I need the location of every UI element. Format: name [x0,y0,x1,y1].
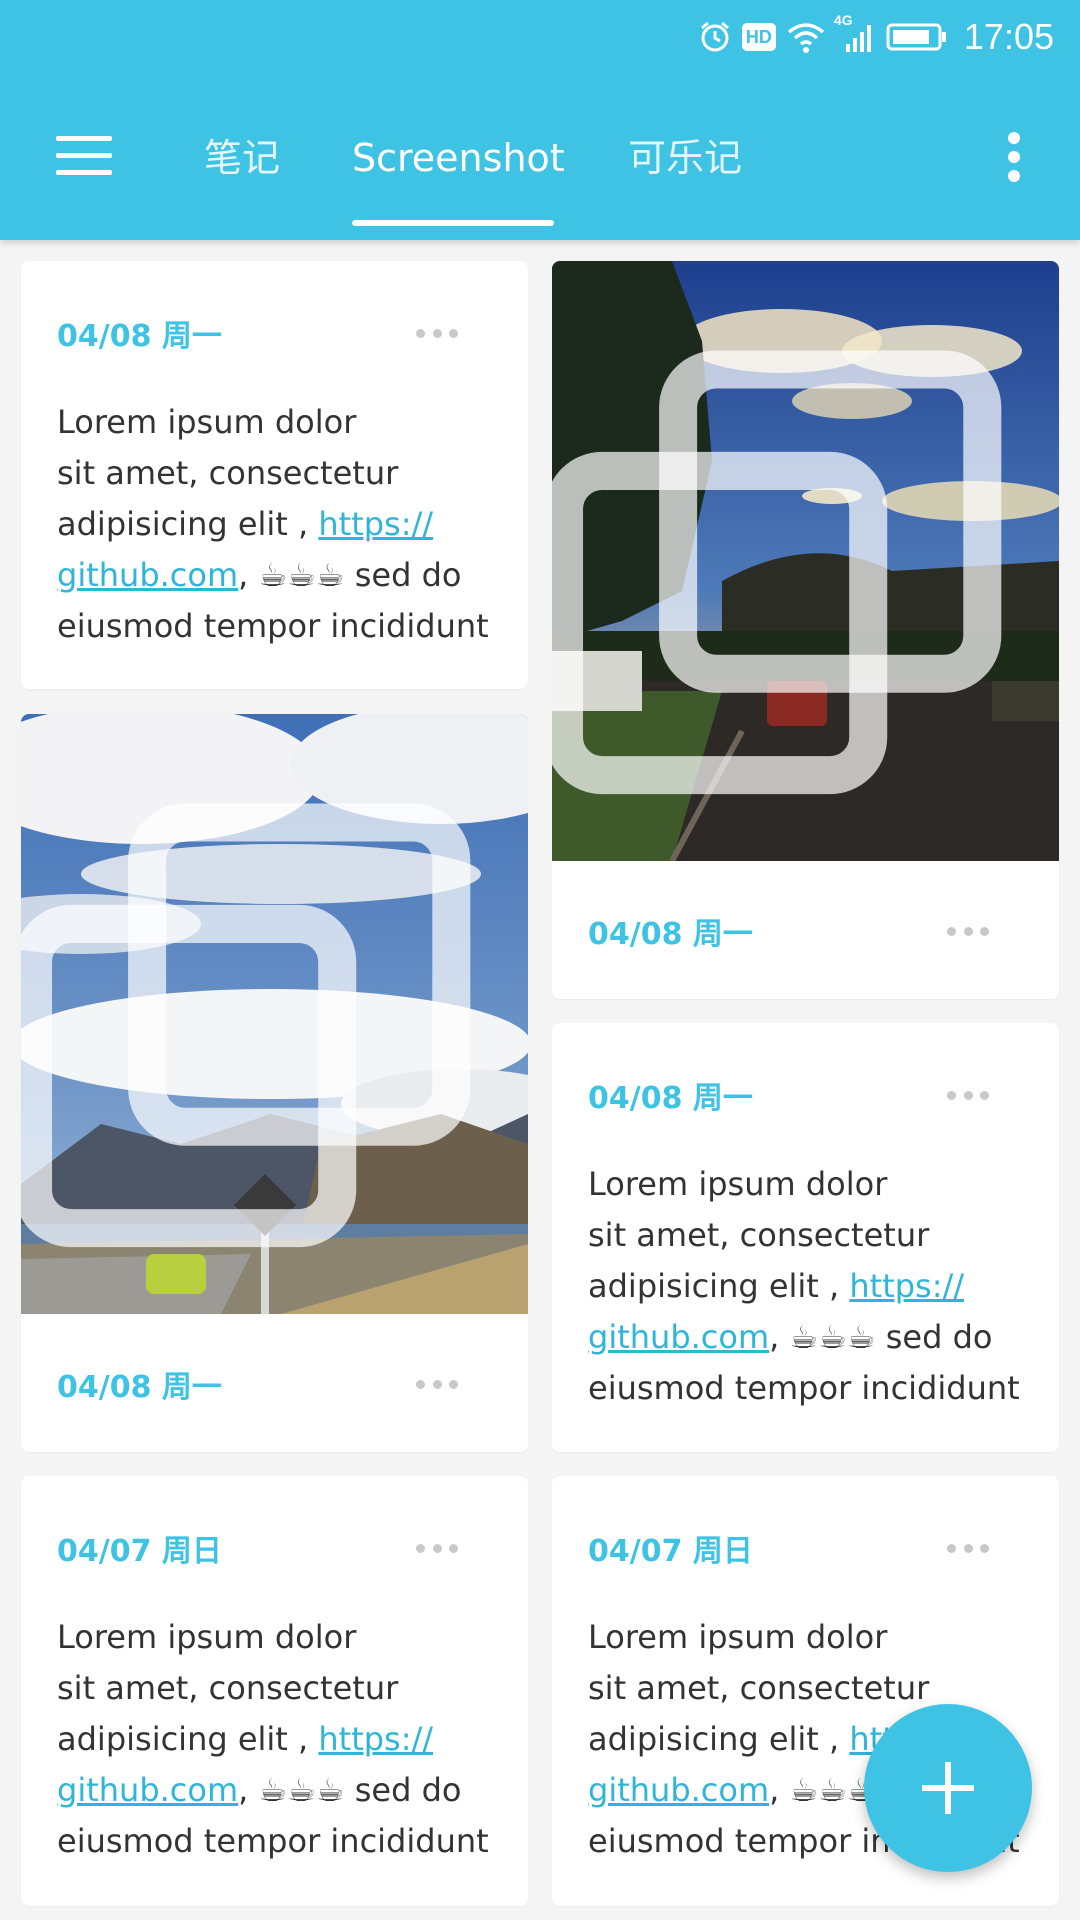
more-horiz-icon[interactable] [947,1091,989,1101]
note-line: sit amet, consectetur [588,1216,930,1254]
note-date: 04/07 周日 [57,1534,222,1569]
tab-screenshot[interactable]: Screenshot [352,128,565,188]
note-line: , ☕☕☕ sed do [769,1318,993,1356]
note-link[interactable]: https:// [318,505,433,543]
note-line: eiusmod tempor incididunt [57,607,489,645]
hd-badge: HD [741,23,776,51]
note-card[interactable]: 04/07 周日 Lorem ipsum dolor sit amet, con… [21,1476,528,1906]
note-line: sit amet, consectetur [57,454,399,492]
note-date: 04/08 周一 [57,1370,222,1405]
network-type-label: 4G [833,12,853,28]
note-card[interactable]: 04/08 周一 Lorem ipsum dolor sit amet, con… [21,261,528,689]
note-line: sit amet, consectetur [588,1669,930,1707]
status-time: 17:05 [963,16,1054,57]
tab-cola-notes[interactable]: 可乐记 [628,128,742,188]
signal-indicator: 4G [834,12,876,54]
more-horiz-icon[interactable] [416,1544,458,1554]
note-body: Lorem ipsum dolor sit amet, consectetur … [57,1612,517,1867]
add-note-button[interactable] [864,1704,1032,1872]
photo-card[interactable]: 04/08 周一 [21,714,528,1452]
alarm-icon [700,21,729,52]
note-date: 04/08 周一 [588,1081,753,1116]
note-line: adipisicing elit , [588,1267,850,1305]
note-line: adipisicing elit , [588,1720,850,1758]
more-horiz-icon[interactable] [416,1380,458,1390]
copy-icon [21,803,471,1248]
note-link[interactable]: https:// [318,1720,433,1758]
note-link[interactable]: github.com [57,556,238,594]
note-link[interactable]: github.com [588,1318,769,1356]
note-line: Lorem ipsum dolor [57,403,357,441]
note-line: Lorem ipsum dolor [588,1165,888,1203]
note-line: eiusmod tempor incididunt [57,1822,489,1860]
mountain-lake-photo[interactable] [21,714,528,1314]
note-line: eiusmod tempor incididunt [588,1369,1020,1407]
menu-icon[interactable] [56,136,112,176]
note-link[interactable]: https:// [849,1267,964,1305]
note-line: Lorem ipsum dolor [588,1618,888,1656]
note-link[interactable]: github.com [57,1771,238,1809]
more-horiz-icon[interactable] [947,927,989,937]
note-line: adipisicing elit , [57,505,319,543]
status-bar: HD 4G 17:05 [698,12,1054,60]
note-date: 04/07 周日 [588,1534,753,1569]
tab-notes[interactable]: 笔记 [204,128,280,188]
street-sunset-photo[interactable] [552,261,1059,861]
note-line: adipisicing elit , [57,1720,319,1758]
note-line: , ☕☕☕ sed do [238,556,462,594]
more-horiz-icon[interactable] [947,1544,989,1554]
note-line: Lorem ipsum dolor [57,1618,357,1656]
wifi-icon [787,23,825,53]
note-body: Lorem ipsum dolor sit amet, consectetur … [57,397,517,652]
note-line: , ☕☕☕ sed do [238,1771,462,1809]
note-date: 04/08 周一 [588,917,753,952]
copy-icon [552,350,1002,795]
photo-card[interactable]: 04/08 周一 [552,261,1059,999]
note-line: sit amet, consectetur [57,1669,399,1707]
note-date: 04/08 周一 [57,319,222,354]
note-link[interactable]: github.com [588,1771,769,1809]
note-body: Lorem ipsum dolor sit amet, consectetur … [588,1159,1048,1414]
more-vert-icon[interactable] [1002,132,1026,182]
note-card[interactable]: 04/08 周一 Lorem ipsum dolor sit amet, con… [552,1023,1059,1452]
more-horiz-icon[interactable] [416,329,458,339]
battery-icon [886,23,946,51]
app-bar: HD 4G 17:05 笔记 Screenshot 可乐记 [0,0,1080,240]
tab-indicator [352,220,554,226]
